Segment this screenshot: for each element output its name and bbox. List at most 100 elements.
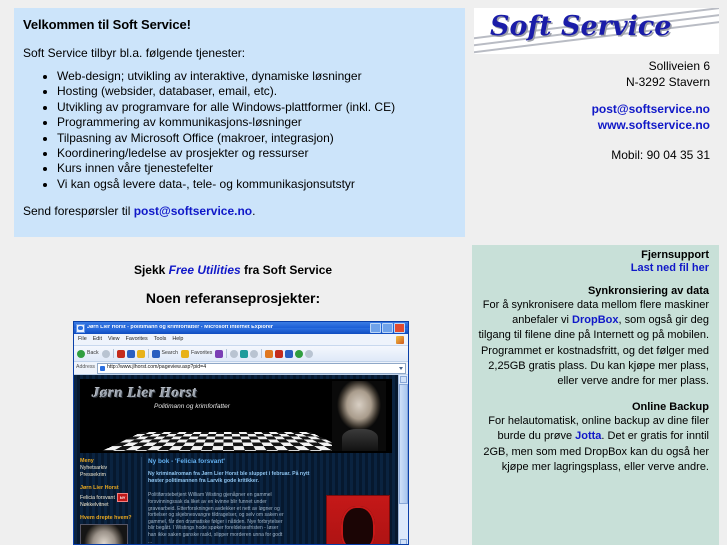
address-label: Address (76, 364, 96, 371)
list-item: Utvikling av programvare for alle Window… (57, 100, 455, 115)
stop-icon (116, 349, 125, 358)
free-utilities-link[interactable]: Free Utilities (169, 263, 241, 277)
download-support-file-link[interactable]: Last ned fil her (478, 262, 709, 274)
browser-title-bar: Jørn Lier Horst - politimann og krimforf… (74, 322, 408, 334)
references-heading: Noen referanseprosjekter: (145, 290, 321, 306)
scrollbar-thumb[interactable] (399, 384, 408, 504)
site-menu-item-nyhetsarkiv[interactable]: Nyhetsarkiv (80, 465, 136, 472)
search-icon (151, 349, 160, 358)
site-who-heading: Hvem drepte hvem? (80, 514, 132, 521)
sidebar-email-link[interactable]: post@softservice.no (592, 102, 710, 116)
toolbar-extra-icon (305, 349, 314, 358)
dropbox-link[interactable]: DropBox (572, 314, 618, 326)
email-link[interactable]: post@softservice.no (134, 204, 252, 218)
list-item: Koordinering/ledelse av prosjekter og re… (57, 146, 455, 161)
page-scrollbar[interactable] (398, 375, 408, 544)
toolbar-separator (226, 349, 228, 358)
list-item: Tilpasning av Microsoft Office (makroer,… (57, 131, 455, 146)
refresh-icon (126, 349, 135, 358)
browser-toolbar: Back Search Favorites (74, 346, 408, 362)
print-icon (250, 349, 259, 358)
contact-prompt: Send forespørsler til post@softservice.n… (23, 204, 455, 218)
checkerboard-floor-graphic (102, 431, 350, 451)
back-button-label: Back (87, 349, 99, 356)
site-author-heading: Jørn Lier Horst (80, 485, 119, 492)
site-article: Ny bok - 'Felicia forsvant' Ny kriminalr… (141, 457, 392, 545)
logo-text: Soft Service (490, 11, 672, 42)
list-item: Kurs innen våre tjenestefelter (57, 161, 455, 176)
browser-viewport: Jørn Lier Horst Politimann og krimforfat… (74, 375, 408, 545)
msn-logo-icon (396, 335, 404, 344)
sync-paragraph: For å synkronisere data mellom flere mas… (478, 298, 709, 389)
site-book-item-felicia[interactable]: Felicia forsvant NY (80, 492, 136, 502)
address-line-1: Solliveien 6 (648, 59, 710, 73)
messenger-icon (285, 349, 294, 358)
mail-icon (240, 349, 249, 358)
mobile-number: Mobil: 90 04 35 31 (611, 148, 710, 162)
reference-project-screenshot[interactable]: Jørn Lier Horst - politimann og krimforf… (73, 321, 409, 545)
address-line-2: N-3292 Stavern (625, 75, 710, 89)
contact-prompt-suffix: . (252, 204, 256, 219)
menu-item-favorites: Favorites (125, 335, 148, 342)
site-menu-item-pressekrim[interactable]: Pressekrim (80, 472, 136, 479)
welcome-panel: Velkommen til Soft Service! Soft Service… (14, 8, 465, 237)
welcome-intro-text: Soft Service tilbyr bl.a. følgende tjene… (23, 46, 246, 60)
search-button-label: Search (161, 349, 178, 356)
scroll-up-arrow-icon[interactable] (400, 376, 407, 383)
contact-spacer (474, 90, 710, 101)
book-title-felicia: Felicia forsvant (80, 494, 115, 501)
discuss-icon (275, 349, 284, 358)
menu-item-help: Help (172, 335, 184, 342)
site-book-item-nokkelvitnet[interactable]: Nøkkelvitnet (80, 502, 136, 509)
article-ingress: Ny kriminalroman fra Jørn Lier Horst ble… (148, 471, 310, 485)
page-icon (100, 365, 106, 371)
contact-prompt-prefix: Send forespørsler til (23, 204, 134, 219)
author-portrait-photo (332, 381, 386, 451)
company-logo: Soft Service (474, 8, 719, 54)
forward-arrow-icon (101, 349, 110, 358)
free-utilities-prefix: Sjekk (133, 263, 169, 277)
list-item: Vi kan også levere data-, tele- og kommu… (57, 177, 455, 192)
list-item: Web-design; utvikling av interaktive, dy… (57, 69, 455, 84)
minimize-icon (370, 323, 381, 333)
back-arrow-icon (77, 349, 85, 358)
jotta-link[interactable]: Jotta (575, 430, 601, 442)
services-list: Web-design; utvikling av interaktive, dy… (23, 69, 455, 192)
window-controls (370, 323, 406, 333)
new-badge: NY (116, 492, 129, 502)
banner-title: Jørn Lier Horst (92, 385, 198, 401)
list-item: Hosting (websider, databaser, email, etc… (57, 84, 455, 99)
browser-menu-bar: File Edit View Favorites Tools Help (74, 334, 408, 346)
fjernsupport-heading: Fjernsupport (641, 249, 709, 261)
menu-portrait-photo (80, 524, 128, 544)
menu-item-tools: Tools (153, 335, 167, 342)
menu-item-file: File (78, 335, 87, 342)
toolbar-separator (112, 349, 114, 358)
internet-explorer-icon (76, 323, 85, 333)
contact-info: Solliveien 6 N-3292 Stavern post@softser… (474, 58, 719, 163)
site-menu-column: Meny Nyhetsarkiv Pressekrim Jørn Lier Ho… (80, 457, 136, 544)
address-url-text: http://www.jlhorst.com/pageview.asp?pid=… (107, 364, 207, 371)
free-utilities-suffix: fra Soft Service (240, 263, 333, 277)
banner-subtitle: Politimann og krimforfatter (154, 403, 230, 410)
site-banner: Jørn Lier Horst Politimann og krimforfat… (80, 379, 392, 453)
free-utilities-line: Sjekk Free Utilities fra Soft Service (0, 263, 466, 277)
home-icon (136, 349, 145, 358)
list-item: Programmering av kommunikasjons-løsninge… (57, 115, 455, 130)
chevron-down-icon[interactable] (399, 366, 403, 370)
toolbar-separator (261, 349, 263, 358)
maximize-icon (382, 323, 393, 333)
menu-item-view: View (107, 335, 120, 342)
scroll-down-arrow-icon[interactable] (400, 539, 407, 544)
article-headline[interactable]: Ny bok - 'Felicia forsvant' (148, 458, 392, 465)
services-info-panel: Fjernsupport Last ned fil her Synkronsie… (472, 245, 719, 545)
favorites-button-label: Favorites (190, 349, 213, 356)
article-body-text: Politiførstebetjent William Wisting gjen… (148, 492, 284, 545)
right-sidebar: Soft Service Solliveien 6 N-3292 Stavern… (466, 0, 727, 545)
browser-window-title: Jørn Lier Horst - politimann og krimforf… (87, 325, 273, 331)
address-input[interactable]: http://www.jlhorst.com/pageview.asp?pid=… (97, 362, 406, 374)
research-icon (295, 349, 304, 358)
book-cover-image: JØRN LIER HORST (326, 495, 390, 544)
sidebar-website-link[interactable]: www.softservice.no (598, 118, 710, 132)
page-title: Velkommen til Soft Service! (23, 17, 191, 32)
